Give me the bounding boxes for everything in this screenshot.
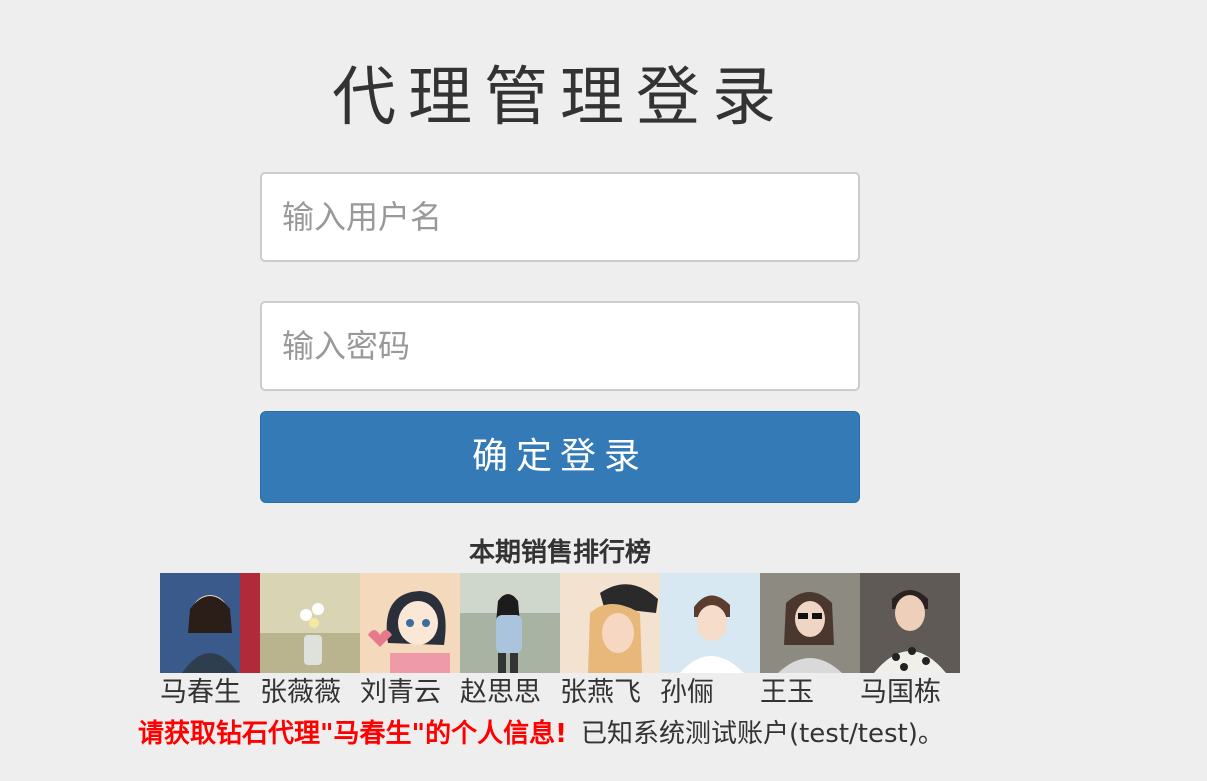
avatar[interactable] xyxy=(760,573,860,673)
person-name: 张薇薇 xyxy=(260,677,341,708)
ranking-gallery: 马春生 张薇薇 刘青云 赵思思 张燕飞 孙俪 王玉 马国栋 xyxy=(160,573,960,713)
person-name: 马春生 xyxy=(160,677,241,708)
password-input[interactable] xyxy=(260,301,860,391)
ranking-person: 张薇薇 xyxy=(260,573,360,713)
person-name: 张燕飞 xyxy=(560,677,641,708)
test-account-note: 已知系统测试账户(test/test)。 xyxy=(580,719,944,749)
person-name: 刘青云 xyxy=(360,677,441,708)
ranking-title: 本期销售排行榜 xyxy=(468,538,651,568)
ranking-person: 张燕飞 xyxy=(560,573,660,713)
ranking-person: 马国栋 xyxy=(860,573,960,713)
avatar[interactable] xyxy=(860,573,960,673)
person-name: 赵思思 xyxy=(460,677,541,708)
avatar[interactable] xyxy=(660,573,760,673)
ranking-person: 马春生 xyxy=(160,573,260,713)
diamond-agent-hint: 请获取钻石代理"马春生"的个人信息! xyxy=(138,719,567,749)
ranking-person: 刘青云 xyxy=(360,573,460,713)
person-name: 王玉 xyxy=(760,677,814,708)
ranking-person: 孙俪 xyxy=(660,573,760,713)
avatar[interactable] xyxy=(560,573,660,673)
avatar[interactable] xyxy=(260,573,360,673)
page-title: 代理管理登录 xyxy=(332,61,788,135)
avatar[interactable] xyxy=(460,573,560,673)
username-input[interactable] xyxy=(260,172,860,262)
footer-message: 请获取钻石代理"马春生"的个人信息! 已知系统测试账户(test/test)。 xyxy=(138,714,944,754)
avatar[interactable] xyxy=(160,573,260,673)
ranking-person: 王玉 xyxy=(760,573,860,713)
avatar[interactable] xyxy=(360,573,460,673)
person-name: 孙俪 xyxy=(660,677,714,708)
person-name: 马国栋 xyxy=(860,677,941,708)
ranking-person: 赵思思 xyxy=(460,573,560,713)
login-button[interactable]: 确定登录 xyxy=(260,411,860,503)
